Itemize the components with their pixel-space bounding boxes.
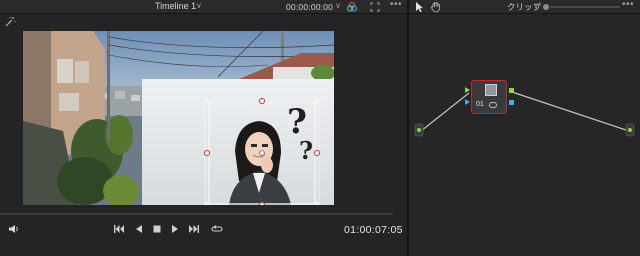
node-key-in[interactable] (465, 99, 470, 105)
output-port-dot (628, 128, 632, 132)
viewer-more-icon[interactable]: ••• (390, 0, 402, 10)
magic-wand-icon[interactable] (4, 16, 16, 28)
node-link-icon (489, 102, 497, 108)
stop-icon[interactable] (151, 223, 163, 235)
color-wheel-icon[interactable] (346, 1, 358, 13)
timeline-scrubber[interactable] (0, 213, 393, 215)
source-timecode: 00:00:00:00 (286, 2, 334, 12)
hand-icon[interactable] (430, 1, 442, 13)
node-thumbnail (485, 84, 497, 96)
node-editor-panel: クリップ ∨ ••• 01 (409, 0, 640, 256)
node-key-out[interactable] (509, 100, 514, 105)
fit-icon[interactable] (370, 2, 380, 12)
node-editor-header: クリップ ∨ ••• (409, 0, 640, 14)
zoom-slider-track[interactable] (550, 6, 620, 8)
node-rgb-out[interactable] (509, 88, 514, 93)
node-number: 01 (476, 101, 484, 108)
playhead-timecode: 01:00:07:05 (344, 224, 403, 236)
timeline-chevron-icon[interactable]: ∨ (196, 1, 202, 10)
node-rgb-in[interactable] (465, 87, 470, 93)
timecode-chevron-icon[interactable]: ∨ (335, 1, 341, 10)
viewer-subtoolbar (0, 14, 407, 28)
viewer-panel: Timeline 1 ∨ 00:00:00:00 ∨ ••• ? ? 01:00… (0, 0, 407, 256)
timeline-title[interactable]: Timeline 1 (155, 1, 196, 11)
node-graph[interactable] (409, 15, 640, 256)
step-back-icon[interactable] (133, 223, 145, 235)
zoom-slider-handle[interactable] (543, 4, 549, 10)
input-port-dot (417, 128, 421, 132)
video-image: ? ? (23, 31, 334, 205)
nodes-more-icon[interactable]: ••• (622, 0, 634, 10)
skip-back-icon[interactable] (113, 223, 125, 235)
viewer-header: Timeline 1 ∨ 00:00:00:00 ∨ ••• (0, 0, 407, 14)
color-node[interactable]: 01 (471, 80, 507, 114)
node-mode-chevron-icon[interactable]: ∨ (533, 1, 539, 10)
volume-icon[interactable] (8, 223, 20, 235)
play-icon[interactable] (169, 223, 181, 235)
svg-text:?: ? (299, 136, 313, 165)
skip-forward-icon[interactable] (188, 223, 200, 235)
pointer-icon[interactable] (415, 1, 425, 13)
video-frame[interactable]: ? ? (23, 31, 334, 205)
loop-icon[interactable] (211, 223, 223, 235)
node-connection-in (420, 92, 470, 132)
node-connection-out (511, 91, 630, 132)
